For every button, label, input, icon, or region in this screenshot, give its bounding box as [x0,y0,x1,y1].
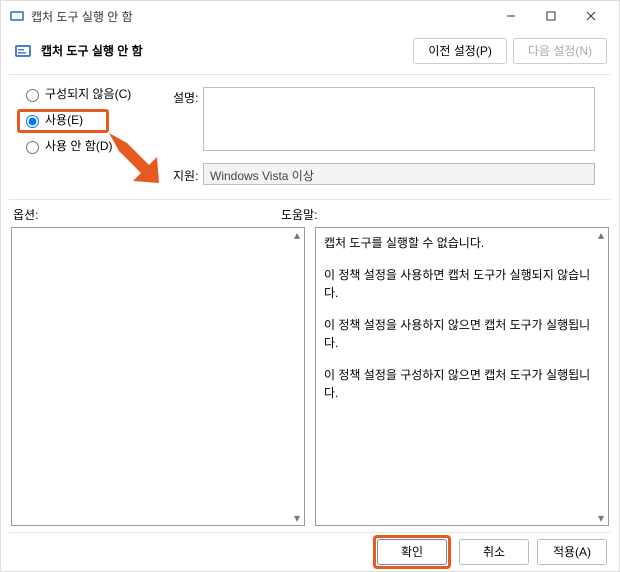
apply-button[interactable]: 적용(A) [537,539,607,565]
window-title: 캡처 도구 실행 안 함 [31,8,491,25]
help-text: 이 정책 설정을 사용하면 캡처 도구가 실행되지 않습니다. [324,266,600,302]
radio-not-configured-label: 구성되지 않음(C) [45,85,131,102]
minimize-button[interactable] [491,2,531,30]
description-textbox[interactable] [203,87,595,151]
next-setting-button[interactable]: 다음 설정(N) [513,38,607,64]
titlebar: 캡처 도구 실행 안 함 [1,1,619,32]
radio-not-configured-input[interactable] [26,89,39,102]
supported-textbox: Windows Vista 이상 [203,163,595,185]
app-icon [9,8,25,24]
scroll-up-icon[interactable]: ▴ [593,227,609,243]
help-panel: ▴ ▾ 캡처 도구를 실행할 수 없습니다. 이 정책 설정을 사용하면 캡처 … [315,227,609,526]
ok-button[interactable]: 확인 [377,539,447,565]
help-label: 도움말: [281,206,317,223]
footer: 확인 취소 적용(A) [1,532,619,571]
help-text: 캡처 도구를 실행할 수 없습니다. [324,234,600,252]
scroll-down-icon[interactable]: ▾ [289,510,305,526]
close-button[interactable] [571,2,611,30]
supported-label: 지원: [173,167,198,184]
help-text: 이 정책 설정을 구성하지 않으면 캡처 도구가 실행됩니다. [324,366,600,402]
state-section: 구성되지 않음(C) 사용(E) 사용 안 함(D) 설명: 지원: Windo… [1,75,619,199]
radio-enabled-label: 사용(E) [45,111,83,128]
radio-disabled-input[interactable] [26,141,39,154]
scroll-up-icon[interactable]: ▴ [289,227,305,243]
prev-setting-button[interactable]: 이전 설정(P) [413,38,507,64]
maximize-button[interactable] [531,2,571,30]
annotation-highlight-ok: 확인 [373,535,451,569]
help-text: 이 정책 설정을 사용하지 않으면 캡처 도구가 실행됩니다. [324,316,600,352]
policy-icon [13,41,33,61]
annotation-arrow-icon [109,133,161,185]
radio-enabled-input[interactable] [26,115,39,128]
options-panel: ▴ ▾ [11,227,305,526]
header: 캡처 도구 실행 안 함 이전 설정(P) 다음 설정(N) [1,32,619,74]
cancel-button[interactable]: 취소 [459,539,529,565]
options-label: 옵션: [13,206,281,223]
policy-title: 캡처 도구 실행 안 함 [41,42,407,59]
description-label: 설명: [173,89,198,106]
policy-dialog: 캡처 도구 실행 안 함 캡처 도구 실행 안 함 이전 설정(P) 다음 설정… [0,0,620,572]
scroll-down-icon[interactable]: ▾ [593,510,609,526]
panels: ▴ ▾ ▴ ▾ 캡처 도구를 실행할 수 없습니다. 이 정책 설정을 사용하면… [1,227,619,532]
radio-disabled-label: 사용 안 함(D) [45,137,113,154]
panel-labels: 옵션: 도움말: [1,200,619,227]
